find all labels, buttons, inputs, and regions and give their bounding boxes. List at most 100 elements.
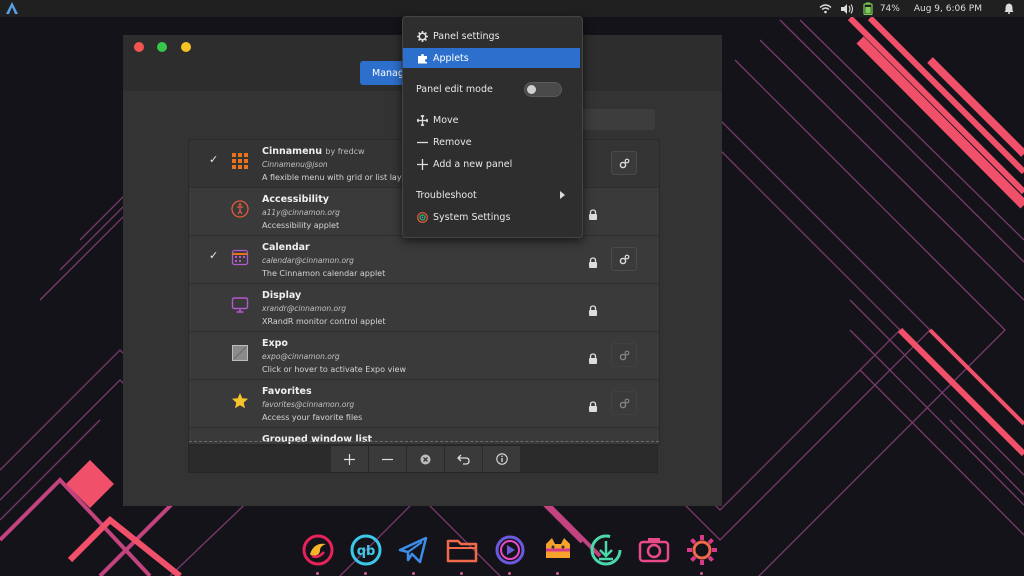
files-icon xyxy=(446,539,478,563)
panel-edit-mode-toggle[interactable] xyxy=(524,82,562,97)
applet-uuid: a11y@cinnamon.org xyxy=(262,208,340,217)
menu-item-add-new-panel[interactable]: Add a new panel xyxy=(403,154,580,174)
battery-percent: 74% xyxy=(879,3,900,14)
camera-icon xyxy=(638,538,670,563)
undo-icon xyxy=(457,454,470,465)
enabled-check-icon: ✓ xyxy=(209,153,219,166)
menu-item-label: Remove xyxy=(433,136,472,148)
list-item[interactable]: ✓ Calendar calendar@cinnamon.org The Cin… xyxy=(189,236,659,284)
accessibility-icon xyxy=(231,200,251,220)
applet-description: Click or hover to activate Expo view xyxy=(262,365,406,374)
firefox-icon xyxy=(302,534,334,566)
dock-item-firefox[interactable] xyxy=(294,530,342,576)
calendar-icon xyxy=(231,248,251,268)
clear-button[interactable] xyxy=(407,446,445,472)
maximize-button[interactable] xyxy=(157,42,167,52)
applet-description: The Cinnamon calendar applet xyxy=(262,269,386,278)
notifications-icon[interactable] xyxy=(998,0,1020,17)
menu-item-panel-edit-mode[interactable]: Panel edit mode xyxy=(403,79,513,99)
applet-name: Expo xyxy=(262,338,288,349)
menu-item-label: Troubleshoot xyxy=(416,189,477,201)
list-item[interactable]: Expo expo@cinnamon.org Click or hover to… xyxy=(189,332,659,380)
dock-item-telegram[interactable] xyxy=(390,530,438,576)
dock: qb xyxy=(294,530,726,576)
list-item[interactable]: Display xrandr@cinnamon.org XRandR monit… xyxy=(189,284,659,332)
applet-author: by fredcw xyxy=(325,147,365,156)
add-button[interactable] xyxy=(331,446,369,472)
lock-icon xyxy=(588,349,600,364)
cinnamenu-grid-icon xyxy=(231,152,251,172)
expo-icon xyxy=(231,344,251,364)
configure-button[interactable] xyxy=(611,391,637,415)
applet-name: Favorites xyxy=(262,386,312,397)
applet-name: Display xyxy=(262,290,302,301)
applet-uuid: favorites@cinnamon.org xyxy=(262,400,355,409)
dock-item-qbittorrent[interactable]: qb xyxy=(342,530,390,576)
applet-name: Calendar xyxy=(262,242,310,253)
applet-description: Accessibility applet xyxy=(262,221,340,230)
undo-button[interactable] xyxy=(445,446,483,472)
list-divider xyxy=(189,441,659,442)
clear-icon xyxy=(420,454,431,464)
applet-description: XRandR monitor control applet xyxy=(262,317,386,326)
add-icon xyxy=(344,453,355,465)
menu-item-troubleshoot[interactable]: Troubleshoot xyxy=(403,185,580,205)
panel-context-menu: Panel settings Applets Panel edit mode M… xyxy=(402,16,583,238)
system-settings-icon xyxy=(416,211,428,223)
kitty-icon xyxy=(546,538,570,558)
qbittorrent-icon: qb xyxy=(350,534,382,566)
wifi-icon[interactable] xyxy=(816,0,836,17)
list-item[interactable]: Favorites favorites@cinnamon.org Access … xyxy=(189,380,659,428)
configure-button[interactable] xyxy=(611,343,637,367)
volume-icon[interactable] xyxy=(836,0,858,17)
star-icon xyxy=(231,392,251,412)
applet-description: Access your favorite files xyxy=(262,413,363,422)
lock-icon xyxy=(588,301,600,316)
info-icon xyxy=(495,453,508,465)
dock-item-media-player[interactable] xyxy=(486,530,534,576)
applet-toolbar xyxy=(188,445,658,473)
cinnamon-menu-icon[interactable] xyxy=(6,2,20,15)
dock-item-downloader[interactable] xyxy=(582,530,630,576)
dock-item-camera[interactable] xyxy=(630,530,678,576)
menu-item-remove[interactable]: Remove xyxy=(403,132,580,152)
lock-icon xyxy=(588,205,600,220)
minimize-button[interactable] xyxy=(181,42,191,52)
applet-name: Accessibility xyxy=(262,194,329,205)
configure-button[interactable] xyxy=(611,151,637,175)
system-tray: 74% Aug 9, 6:06 PM xyxy=(816,0,1024,17)
menu-item-panel-settings[interactable]: Panel settings xyxy=(403,26,580,46)
battery-icon[interactable] xyxy=(858,0,878,17)
lock-icon xyxy=(588,253,600,268)
display-icon xyxy=(231,296,251,316)
dock-item-kitty[interactable] xyxy=(534,530,582,576)
configure-button[interactable] xyxy=(611,247,637,271)
info-button[interactable] xyxy=(483,446,521,472)
menu-item-label: Applets xyxy=(433,52,469,64)
menu-item-label: Add a new panel xyxy=(433,158,513,170)
applet-uuid: Cinnamenu@json xyxy=(262,160,328,169)
close-button[interactable] xyxy=(134,42,144,52)
enabled-check-icon: ✓ xyxy=(209,249,219,262)
applet-name: Grouped window list xyxy=(262,434,373,445)
menu-item-system-settings[interactable]: System Settings xyxy=(403,207,580,227)
move-icon xyxy=(416,114,428,126)
menu-item-applets[interactable]: Applets xyxy=(403,48,580,68)
menu-item-move[interactable]: Move xyxy=(403,110,580,130)
menu-item-label: Panel edit mode xyxy=(416,83,493,95)
submenu-arrow-icon xyxy=(560,191,565,199)
top-panel: 74% Aug 9, 6:06 PM xyxy=(0,0,1024,17)
remove-button[interactable] xyxy=(369,446,407,472)
settings-icon xyxy=(687,535,717,565)
clock[interactable]: Aug 9, 6:06 PM xyxy=(914,4,982,14)
media-player-icon xyxy=(495,535,525,565)
menu-item-label: Panel settings xyxy=(433,30,500,42)
gear-icon xyxy=(416,30,428,42)
applet-uuid: xrandr@cinnamon.org xyxy=(262,304,346,313)
lock-icon xyxy=(588,397,600,412)
dock-item-settings[interactable] xyxy=(678,530,726,576)
applet-description: A flexible menu with grid or list layout… xyxy=(262,173,423,182)
list-item[interactable]: Grouped window list xyxy=(189,428,659,445)
menu-item-label: Move xyxy=(433,114,459,126)
dock-item-files[interactable] xyxy=(438,530,486,576)
